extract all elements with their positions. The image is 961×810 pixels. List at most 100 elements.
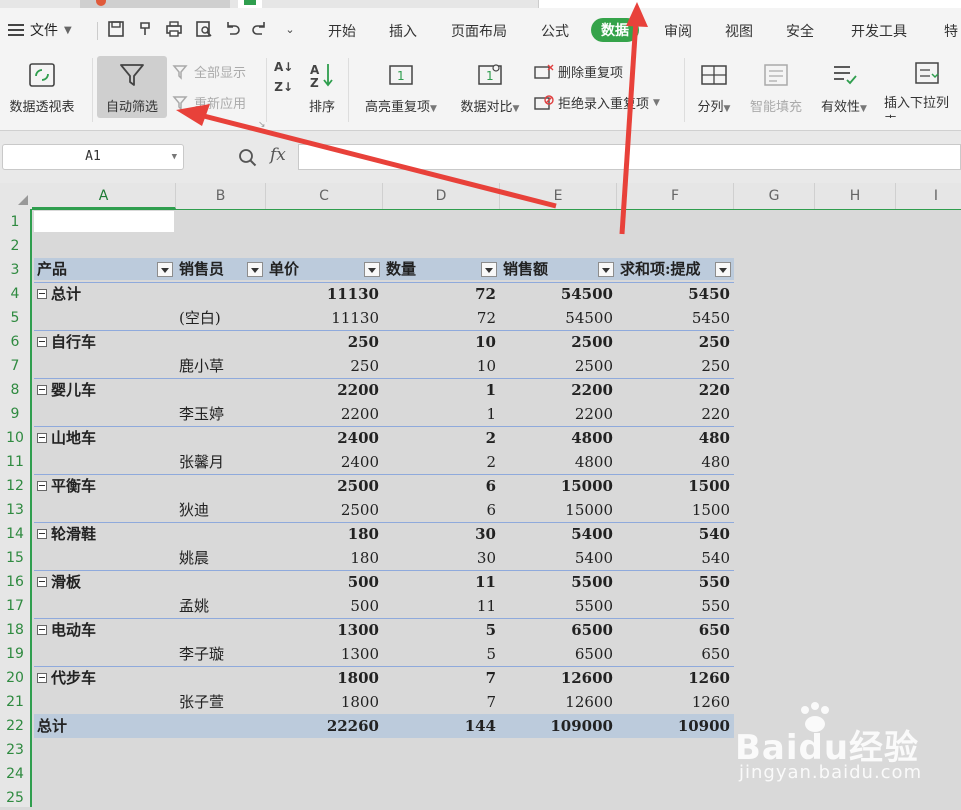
pivot-qty-cell[interactable]: 11 [383, 594, 500, 618]
pivot-qty-cell[interactable]: 7 [383, 690, 500, 714]
pivot-price-cell[interactable]: 1300 [266, 618, 383, 642]
row-header[interactable]: 7 [0, 354, 30, 378]
column-header-e[interactable]: E [500, 183, 617, 209]
tab-insert[interactable]: 插入 [389, 21, 417, 41]
pivot-price-cell[interactable]: 2500 [266, 474, 383, 498]
pivot-price-cell[interactable]: 500 [266, 594, 383, 618]
pivot-seller-cell[interactable]: 鹿小草 [176, 354, 266, 378]
row-header[interactable]: 17 [0, 594, 30, 618]
pivot-seller-cell[interactable]: 李子璇 [176, 642, 266, 666]
pivot-qty-cell[interactable]: 6 [383, 474, 500, 498]
column-header-a[interactable]: A [32, 183, 176, 209]
formula-input[interactable] [298, 144, 961, 170]
pivot-price-cell[interactable]: 1800 [266, 690, 383, 714]
text-to-columns-button[interactable]: 分列▼ [690, 50, 738, 118]
pivot-product-cell[interactable]: 电动车 [34, 618, 174, 642]
pivot-price-cell[interactable]: 2500 [266, 498, 383, 522]
sort-button[interactable]: AZ 排序 [302, 50, 342, 118]
pivot-qty-cell[interactable]: 72 [383, 282, 500, 306]
pivot-comm-cell[interactable]: 220 [617, 378, 734, 402]
row-header[interactable]: 10 [0, 426, 30, 450]
row-header[interactable]: 22 [0, 714, 30, 738]
row-header[interactable]: 18 [0, 618, 30, 642]
pivot-product-cell[interactable]: 总计 [34, 282, 174, 306]
quick-access-more-icon[interactable]: ⌄ [280, 20, 300, 40]
row-header[interactable]: 25 [0, 786, 30, 810]
pivot-qty-cell[interactable]: 1 [383, 378, 500, 402]
title-search-box[interactable] [538, 0, 961, 8]
row-header[interactable]: 12 [0, 474, 30, 498]
redo-icon[interactable] [250, 20, 270, 40]
pivot-qty-cell[interactable]: 2 [383, 450, 500, 474]
pivot-qty-cell[interactable]: 7 [383, 666, 500, 690]
pivot-price-cell[interactable]: 180 [266, 522, 383, 546]
pivot-product-cell[interactable]: 滑板 [34, 570, 174, 594]
pivot-price-cell[interactable]: 11130 [266, 306, 383, 330]
pivot-comm-cell[interactable]: 650 [617, 618, 734, 642]
sort-ascending-descending[interactable]: A↓ Z↓ [274, 60, 293, 94]
row-header[interactable]: 1 [0, 210, 30, 234]
pivot-comm-cell[interactable]: 1260 [617, 666, 734, 690]
pivot-price-cell[interactable]: 1300 [266, 642, 383, 666]
format-painter-icon[interactable] [136, 20, 156, 40]
show-all-button[interactable]: 全部显示 [172, 62, 246, 81]
pivot-table-button[interactable]: 数据透视表 [2, 50, 82, 118]
filter-dropdown-button[interactable] [481, 262, 497, 277]
pivot-price-cell[interactable]: 500 [266, 570, 383, 594]
column-header-h[interactable]: H [815, 183, 896, 209]
pivot-product-cell[interactable]: 平衡车 [34, 474, 174, 498]
row-header[interactable]: 5 [0, 306, 30, 330]
pivot-qty-cell[interactable]: 6 [383, 498, 500, 522]
filter-dropdown-button[interactable] [598, 262, 614, 277]
pivot-price-cell[interactable]: 2200 [266, 378, 383, 402]
pivot-sales-cell[interactable]: 54500 [500, 282, 617, 306]
filter-dropdown-button[interactable] [715, 262, 731, 277]
filter-dropdown-button[interactable] [247, 262, 263, 277]
pivot-price-cell[interactable]: 11130 [266, 282, 383, 306]
pivot-price-cell[interactable]: 1800 [266, 666, 383, 690]
pivot-qty-cell[interactable]: 2 [383, 426, 500, 450]
pivot-comm-cell[interactable]: 650 [617, 642, 734, 666]
pivot-comm-cell[interactable]: 250 [617, 354, 734, 378]
pivot-price-cell[interactable]: 250 [266, 330, 383, 354]
pivot-sales-cell[interactable]: 54500 [500, 306, 617, 330]
pivot-qty-cell[interactable]: 72 [383, 306, 500, 330]
tab-view[interactable]: 视图 [725, 21, 753, 41]
pivot-sales-cell[interactable]: 2500 [500, 330, 617, 354]
tab-page-layout[interactable]: 页面布局 [451, 21, 507, 41]
pivot-comm-cell[interactable]: 250 [617, 330, 734, 354]
pivot-sales-cell[interactable]: 2500 [500, 354, 617, 378]
pivot-qty-cell[interactable]: 10 [383, 354, 500, 378]
row-header[interactable]: 16 [0, 570, 30, 594]
row-header[interactable]: 9 [0, 402, 30, 426]
pivot-sales-cell[interactable]: 6500 [500, 618, 617, 642]
filter-dropdown-button[interactable] [157, 262, 173, 277]
pivot-qty-cell[interactable]: 1 [383, 402, 500, 426]
row-header[interactable]: 11 [0, 450, 30, 474]
pivot-product-cell[interactable]: 山地车 [34, 426, 174, 450]
print-preview-icon[interactable] [194, 20, 214, 40]
tab-data[interactable]: 数据 [591, 18, 639, 42]
file-menu[interactable]: 文件 ▼ [8, 20, 72, 40]
tab-formulas[interactable]: 公式 [541, 21, 569, 41]
highlight-duplicates-button[interactable]: 1 高亮重复项▼ [356, 50, 446, 118]
tab-developer[interactable]: 开发工具 [851, 21, 907, 41]
column-header-f[interactable]: F [617, 183, 734, 209]
pivot-comm-cell[interactable]: 5450 [617, 282, 734, 306]
pivot-comm-cell[interactable]: 540 [617, 546, 734, 570]
row-header[interactable]: 6 [0, 330, 30, 354]
data-validation-button[interactable]: 有效性▼ [814, 50, 874, 118]
pivot-price-cell[interactable]: 2400 [266, 426, 383, 450]
smart-fill-button[interactable]: 智能填充 [744, 50, 808, 118]
filter-dropdown-button[interactable] [364, 262, 380, 277]
reapply-button[interactable]: 重新应用 [172, 93, 246, 112]
pivot-seller-cell[interactable]: 张子萱 [176, 690, 266, 714]
zoom-search-icon[interactable] [238, 148, 258, 168]
pivot-sales-cell[interactable]: 12600 [500, 666, 617, 690]
row-header[interactable]: 14 [0, 522, 30, 546]
pivot-sales-cell[interactable]: 4800 [500, 450, 617, 474]
pivot-sales-cell[interactable]: 12600 [500, 690, 617, 714]
collapse-icon[interactable] [37, 624, 47, 635]
row-header[interactable]: 3 [0, 258, 30, 282]
column-header-d[interactable]: D [383, 183, 500, 209]
